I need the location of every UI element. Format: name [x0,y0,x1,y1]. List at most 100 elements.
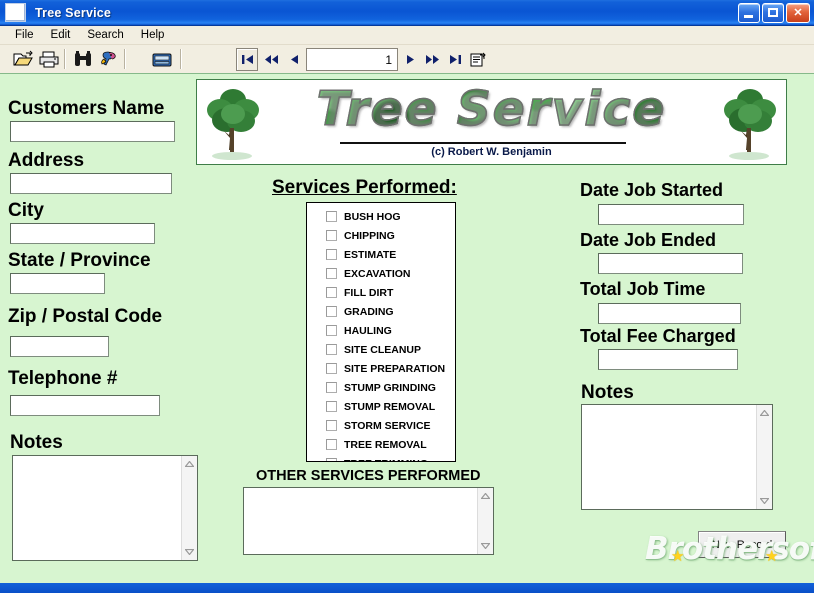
service-row[interactable]: SITE CLEANUP [307,340,455,359]
service-label: TREE REMOVAL [344,438,427,451]
service-label: HAULING [344,324,392,337]
address-label: Address [8,150,85,171]
job-notes-scrollbar[interactable] [756,405,772,509]
service-row[interactable]: CHIPPING [307,226,455,245]
app-banner: Tree Service (c) Robert W. Benjamin [196,79,787,165]
scroll-down-icon[interactable] [182,544,197,560]
close-button[interactable]: ✕ [786,3,810,23]
first-record-button[interactable] [236,48,258,71]
binoculars-search-icon[interactable] [72,49,94,70]
service-checkbox[interactable] [326,420,337,431]
sort-bird-icon[interactable] [98,49,120,70]
keyboard-entry-icon[interactable] [151,49,173,70]
new-record-button[interactable]: New Record [698,531,786,558]
other-services-scrollbar[interactable] [477,488,493,554]
scroll-up-icon[interactable] [478,488,493,504]
service-checkbox[interactable] [326,230,337,241]
service-checkbox[interactable] [326,211,337,222]
telephone-label: Telephone # [8,368,118,389]
city-input[interactable] [10,223,155,244]
previous-page-button[interactable] [260,48,282,71]
service-row[interactable]: TREE REMOVAL [307,435,455,454]
service-checkbox[interactable] [326,344,337,355]
bottom-status-strip [0,583,814,593]
scroll-up-icon[interactable] [757,405,772,421]
service-row[interactable]: FILL DIRT [307,283,455,302]
job-notes-input[interactable] [582,405,756,509]
customers-name-input[interactable] [10,121,175,142]
service-checkbox[interactable] [326,382,337,393]
service-row[interactable]: BUSH HOG [307,207,455,226]
service-label: STORM SERVICE [344,419,431,432]
scroll-down-icon[interactable] [478,538,493,554]
service-checkbox[interactable] [326,439,337,450]
menu-bar: File Edit Search Help [0,26,814,45]
telephone-input[interactable] [10,395,160,416]
address-input[interactable] [10,173,172,194]
service-checkbox[interactable] [326,363,337,374]
minimize-icon [744,15,753,18]
service-checkbox[interactable] [326,268,337,279]
record-properties-button[interactable] [467,48,489,71]
next-record-button[interactable] [400,48,420,71]
service-checkbox[interactable] [326,401,337,412]
banner-credit: (c) Robert W. Benjamin [431,146,552,158]
last-record-icon [449,55,461,64]
date-job-ended-input[interactable] [598,253,743,274]
first-record-icon [241,55,253,64]
other-services-input[interactable] [244,488,477,554]
service-row[interactable]: STUMP REMOVAL [307,397,455,416]
service-row[interactable]: ESTIMATE [307,245,455,264]
menu-item-help[interactable]: Help [133,27,174,43]
toolbar: 1 [0,45,814,74]
customer-notes-label: Notes [10,432,63,453]
state-province-input[interactable] [10,273,105,294]
service-checkbox[interactable] [326,325,337,336]
total-fee-charged-label: Total Fee Charged [580,326,736,346]
total-job-time-input[interactable] [598,303,741,324]
minimize-button[interactable] [738,3,760,23]
last-record-button[interactable] [445,48,465,71]
service-row[interactable]: HAULING [307,321,455,340]
service-row[interactable]: GRADING [307,302,455,321]
service-row[interactable]: SITE PREPARATION [307,359,455,378]
service-row[interactable]: STORM SERVICE [307,416,455,435]
service-label: SITE PREPARATION [344,362,446,375]
menu-item-edit[interactable]: Edit [43,27,80,43]
previous-record-button[interactable] [284,48,304,71]
maximize-icon [768,8,778,17]
customer-notes-scrollbar[interactable] [181,456,197,560]
service-checkbox[interactable] [326,249,337,260]
other-services-performed-label: OTHER SERVICES PERFORMED [256,468,481,484]
menu-item-file[interactable]: File [7,27,43,43]
total-fee-charged-input[interactable] [598,349,738,370]
date-job-started-label: Date Job Started [580,180,724,200]
toolbar-separator-2 [124,49,126,69]
service-row[interactable]: EXCAVATION [307,264,455,283]
job-notes-label: Notes [581,382,634,403]
customer-notes-input[interactable] [13,456,181,560]
customers-name-label: Customers Name [8,98,165,119]
service-row[interactable]: TREE TRIMMING [307,454,455,461]
zip-postal-code-input[interactable] [10,336,109,357]
banner-divider [340,142,626,144]
close-icon: ✕ [793,7,803,19]
service-checkbox[interactable] [326,458,337,461]
service-label: ESTIMATE [344,248,397,261]
service-label: FILL DIRT [344,286,394,299]
window-controls: ✕ [738,3,810,23]
menu-item-search[interactable]: Search [79,27,132,43]
service-label: STUMP GRINDING [344,381,436,394]
service-row[interactable]: STUMP GRINDING [307,378,455,397]
print-icon[interactable] [38,49,60,70]
service-checkbox[interactable] [326,287,337,298]
scroll-up-icon[interactable] [182,456,197,472]
record-number-field[interactable]: 1 [306,48,398,71]
maximize-button[interactable] [762,3,784,23]
next-page-button[interactable] [421,48,443,71]
date-job-started-input[interactable] [598,204,744,225]
open-folder-icon[interactable] [12,49,34,70]
scroll-down-icon[interactable] [757,493,772,509]
service-checkbox[interactable] [326,306,337,317]
services-performed-list: BUSH HOG CHIPPING ESTIMATE EXCAVATION FI… [306,202,456,462]
